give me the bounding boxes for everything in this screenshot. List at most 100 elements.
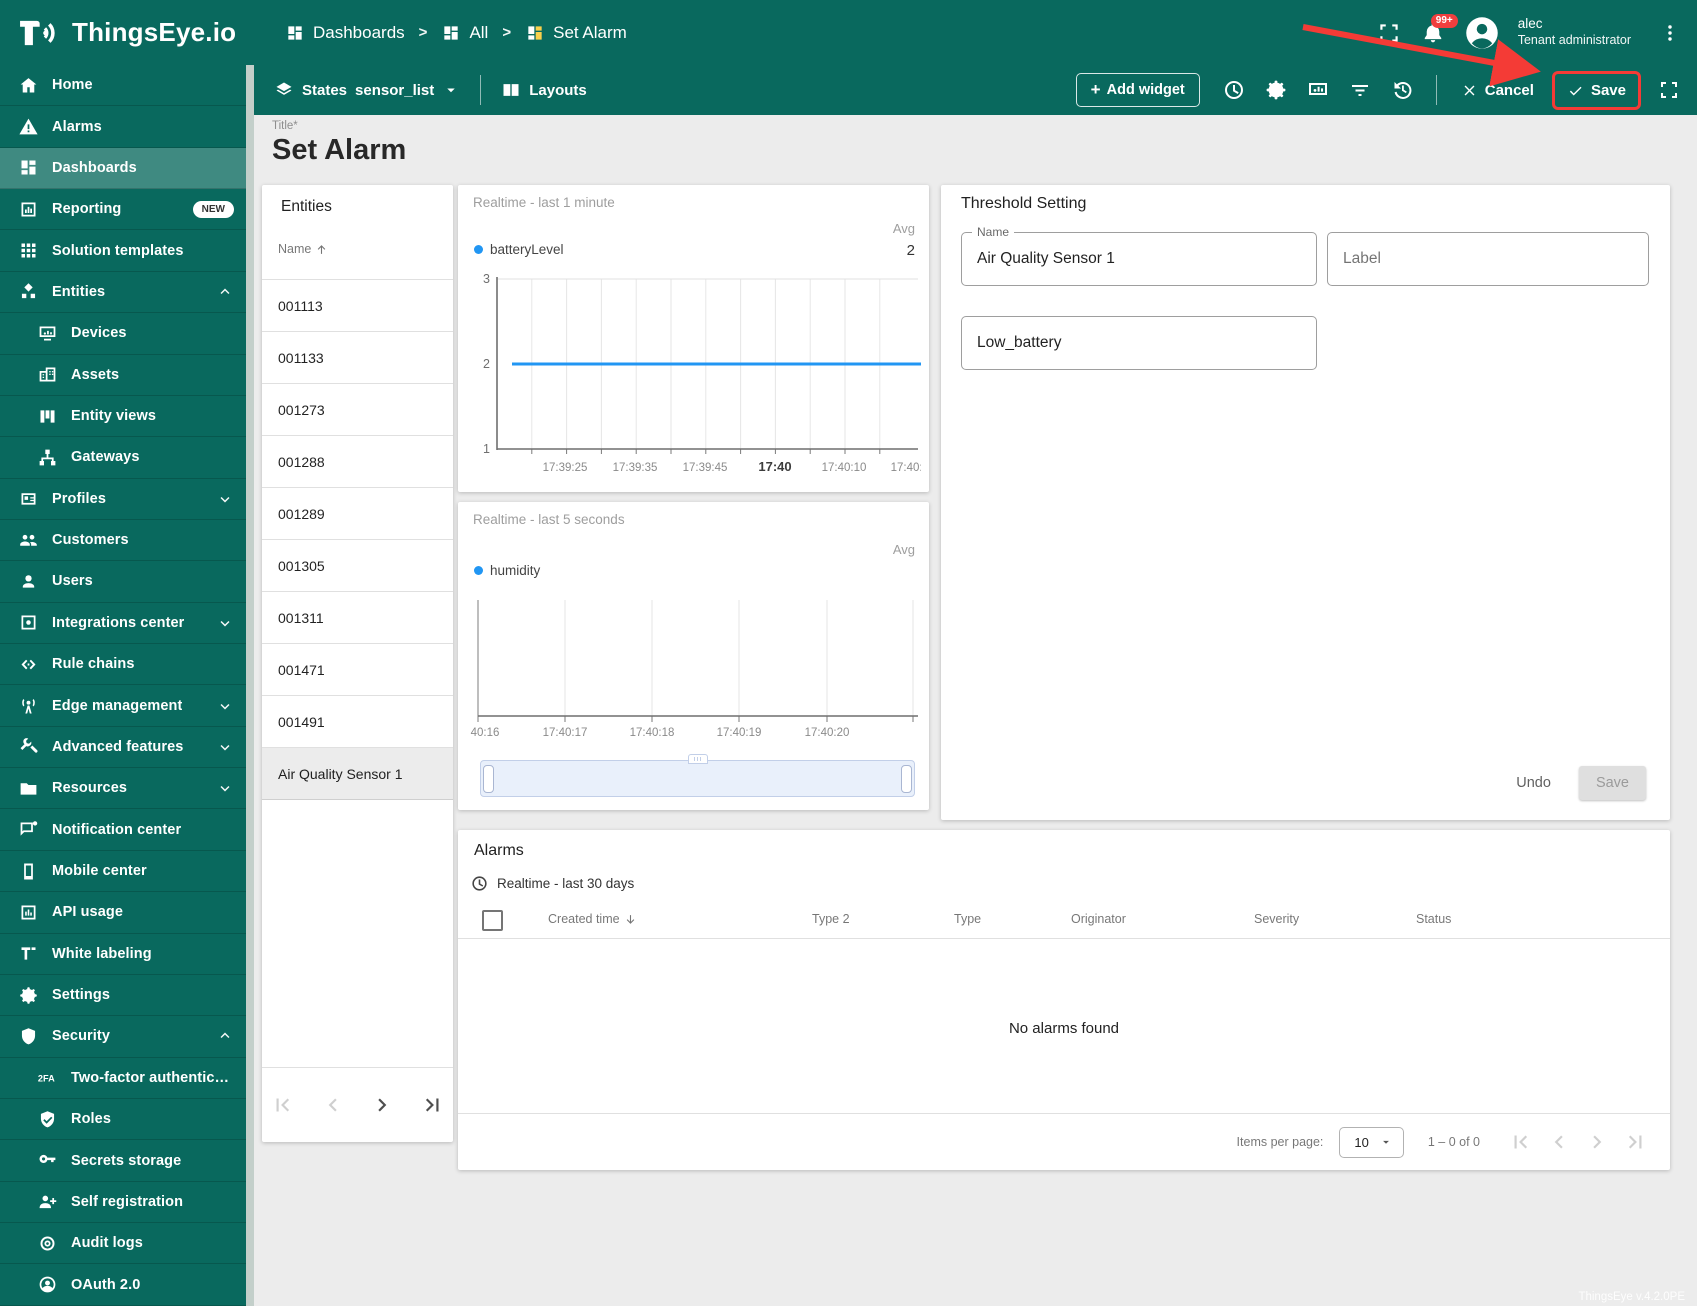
chevron-down-icon[interactable] (216, 779, 234, 797)
layouts-icon (501, 80, 521, 100)
sidebar-item-advanced-features[interactable]: Advanced features (0, 727, 246, 769)
sidebar-item-oauth-2-0[interactable]: OAuth 2.0 (0, 1264, 246, 1306)
manage-widgets-icon[interactable] (1300, 72, 1336, 108)
chart1-legend-item[interactable]: batteryLevel (474, 242, 564, 257)
states-dropdown[interactable]: States sensor_list (274, 80, 460, 100)
sidebar-item-dashboards[interactable]: Dashboards (0, 147, 246, 190)
notifications-bell-icon[interactable]: 99+ (1420, 13, 1458, 46)
sidebar-item-users[interactable]: Users (0, 561, 246, 603)
breadcrumb-item-dashboards[interactable]: Dashboards (285, 23, 405, 43)
fullscreen-icon[interactable] (1376, 20, 1402, 46)
chevron-down-icon[interactable] (216, 697, 234, 715)
entity-row[interactable]: 001289 (262, 488, 453, 540)
entity-row[interactable]: 001305 (262, 540, 453, 592)
alarms-timewindow-button[interactable]: Realtime - last 30 days (470, 874, 634, 893)
entity-row[interactable]: 001113 (262, 280, 453, 332)
entities-name-column-header[interactable]: Name (278, 242, 328, 256)
layouts-button[interactable]: Layouts (501, 80, 587, 100)
entity-row[interactable]: 001288 (262, 436, 453, 488)
column-header-status[interactable]: Status (1416, 912, 1451, 926)
sidebar-item-settings[interactable]: Settings (0, 975, 246, 1017)
filter-icon[interactable] (1342, 72, 1378, 108)
cancel-button[interactable]: Cancel (1453, 76, 1542, 105)
sidebar-item-rule-chains[interactable]: Rule chains (0, 644, 246, 686)
sidebar-item-api-usage[interactable]: API usage (0, 892, 246, 934)
chevron-down-icon[interactable] (216, 490, 234, 508)
sidebar-item-edge-management[interactable]: Edge management (0, 685, 246, 727)
sidebar-item-gateways[interactable]: Gateways (0, 437, 246, 479)
threshold-save-button[interactable]: Save (1578, 766, 1646, 800)
sidebar-item-reporting[interactable]: Reporting NEW (0, 189, 246, 231)
entity-row[interactable]: Air Quality Sensor 1 (262, 748, 453, 800)
items-per-page-select[interactable]: 10 (1339, 1126, 1404, 1158)
alarm-type-field[interactable]: Low_battery (961, 316, 1317, 370)
prev-page-button[interactable] (1546, 1129, 1572, 1155)
sidebar-item-notification-center[interactable]: Notification center (0, 809, 246, 851)
avatar[interactable] (1464, 15, 1500, 51)
sidebar-nav: Home Alarms Dashboards Reporting NEW Solution… (0, 65, 246, 1306)
entity-row[interactable]: 001491 (262, 696, 453, 748)
next-page-button[interactable] (1584, 1129, 1610, 1155)
chevron-up-icon[interactable] (216, 1027, 234, 1045)
sidebar-item-devices[interactable]: Devices (0, 313, 246, 355)
entity-row[interactable]: 001133 (262, 332, 453, 384)
breadcrumb-item-set-alarm[interactable]: Set Alarm (525, 23, 627, 43)
breadcrumb-item-all[interactable]: All (441, 23, 488, 43)
first-page-button[interactable] (270, 1092, 296, 1118)
sidebar-item-entity-views[interactable]: Entity views (0, 396, 246, 438)
sidebar-item-mobile-center[interactable]: Mobile center (0, 851, 246, 893)
time-range-selector[interactable] (480, 754, 915, 797)
sidebar-item-integrations-center[interactable]: Integrations center (0, 603, 246, 645)
entity-row[interactable]: 001273 (262, 384, 453, 436)
sidebar-item-secrets-storage[interactable]: Secrets storage (0, 1140, 246, 1182)
sidebar-item-solution-templates[interactable]: Solution templates (0, 230, 246, 272)
entity-row[interactable]: 001471 (262, 644, 453, 696)
expand-fullscreen-icon[interactable] (1651, 72, 1687, 108)
select-all-checkbox[interactable] (482, 910, 503, 931)
add-widget-button[interactable]: + Add widget (1075, 73, 1200, 107)
sidebar-item-entities[interactable]: Entities (0, 272, 246, 314)
sidebar-item-self-registration[interactable]: Self registration (0, 1182, 246, 1224)
kebab-menu-icon[interactable] (1659, 22, 1681, 44)
sidebar-scrollbar[interactable] (246, 65, 254, 1306)
history-icon[interactable] (1384, 72, 1420, 108)
prev-page-button[interactable] (320, 1092, 346, 1118)
range-selector-grip[interactable] (687, 754, 708, 764)
sidebar-item-customers[interactable]: Customers (0, 520, 246, 562)
first-page-button[interactable] (1508, 1129, 1534, 1155)
sidebar-item-home[interactable]: Home (0, 65, 246, 107)
sidebar-item-alarms[interactable]: Alarms (0, 106, 246, 148)
last-page-button[interactable] (1622, 1129, 1648, 1155)
chevron-down-icon[interactable] (216, 738, 234, 756)
column-header-type-2[interactable]: Type 2 (812, 912, 850, 926)
settings-gear-icon[interactable] (1258, 72, 1294, 108)
chevron-down-icon[interactable] (216, 614, 234, 632)
sidebar-item-white-labeling[interactable]: White labeling (0, 934, 246, 975)
last-page-button[interactable] (419, 1092, 445, 1118)
column-label: Type 2 (812, 912, 850, 926)
column-header-created-time[interactable]: Created time (548, 912, 637, 926)
timewindow-clock-icon[interactable] (1216, 72, 1252, 108)
undo-button[interactable]: Undo (1506, 767, 1561, 799)
column-header-type[interactable]: Type (954, 912, 981, 926)
sidebar-item-audit-logs[interactable]: Audit logs (0, 1223, 246, 1265)
name-field[interactable]: Name Air Quality Sensor 1 (961, 225, 1317, 286)
range-selector-left-handle[interactable] (483, 764, 494, 793)
entity-row[interactable]: 001311 (262, 592, 453, 644)
label-field[interactable]: Label (1327, 232, 1649, 286)
chart2-legend-item[interactable]: humidity (474, 563, 540, 578)
column-header-severity[interactable]: Severity (1254, 912, 1299, 926)
sidebar-item-security[interactable]: Security (0, 1016, 246, 1058)
logo[interactable]: ThingsEye.io (0, 15, 285, 51)
save-button[interactable]: Save (1559, 76, 1634, 105)
sidebar-item-assets[interactable]: Assets (0, 355, 246, 396)
sidebar-item-profiles[interactable]: Profiles (0, 479, 246, 520)
next-page-button[interactable] (369, 1092, 395, 1118)
sidebar-item-resources[interactable]: Resources (0, 768, 246, 810)
legend-series-name: batteryLevel (490, 242, 564, 257)
range-selector-right-handle[interactable] (901, 764, 912, 793)
sidebar-item-roles[interactable]: Roles (0, 1099, 246, 1141)
sidebar-item-two-factor-authentication[interactable]: 2FA Two-factor authentication (0, 1058, 246, 1099)
chevron-up-icon[interactable] (216, 283, 234, 301)
column-header-originator[interactable]: Originator (1071, 912, 1126, 926)
